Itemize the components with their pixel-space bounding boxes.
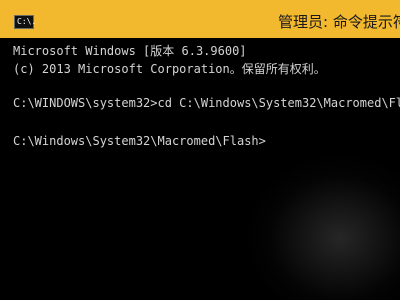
console-line-version: Microsoft Windows [版本 6.3.9600] xyxy=(13,44,247,58)
console-line-command: C:\WINDOWS\system32>cd C:\Windows\System… xyxy=(13,96,400,110)
console-line-copyright: (c) 2013 Microsoft Corporation。保留所有权利。 xyxy=(13,62,326,76)
command-prompt-icon-label: C:\. xyxy=(17,17,37,26)
console-output[interactable]: Microsoft Windows [版本 6.3.9600] (c) 2013… xyxy=(0,38,400,300)
command-prompt-window: C:\. 管理员: 命令提示符 Microsoft Windows [版本 6.… xyxy=(0,0,400,300)
title-bar[interactable]: C:\. 管理员: 命令提示符 xyxy=(0,0,400,38)
window-title: 管理员: 命令提示符 xyxy=(278,13,400,31)
command-prompt-icon[interactable]: C:\. xyxy=(14,15,37,29)
console-line-prompt: C:\Windows\System32\Macromed\Flash> xyxy=(13,134,266,148)
